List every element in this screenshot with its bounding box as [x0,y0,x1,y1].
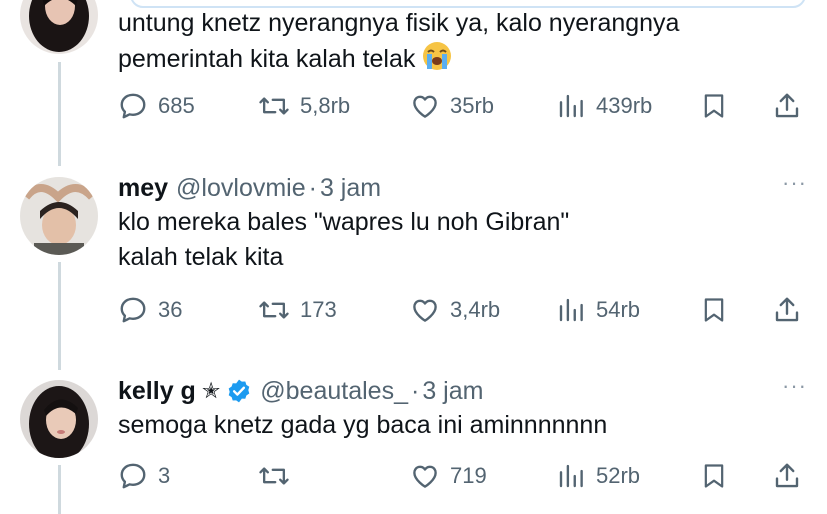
views-count: 54rb [596,297,641,322]
repost-icon [258,295,290,325]
reply-icon [118,91,148,121]
like-count: 3,4rb [450,297,501,322]
tweet[interactable]: untung knetz nyerangnya fisik ya, kalo n… [118,4,807,81]
display-name[interactable]: kelly g [118,376,196,406]
reply-icon [118,461,148,491]
star-badge-icon: ✭ [201,378,221,403]
bookmark-button[interactable] [700,292,728,328]
user-handle[interactable]: @beautales_ [260,376,408,406]
views-button[interactable]: 52rb [556,458,640,494]
bookmark-icon [700,91,728,121]
verified-badge-icon [226,378,252,404]
tweet-actions: 36 173 3,4rb 54rb [118,292,808,328]
reply-button[interactable]: 3 [118,458,170,494]
tweet[interactable]: kelly g ✭ @beautales_ · 3 jam ··· semoga… [118,375,807,443]
views-button[interactable]: 439rb [556,88,652,124]
more-options-icon[interactable]: ··· [782,375,807,397]
thread-line [58,262,61,370]
display-name[interactable]: mey [118,173,168,203]
timestamp[interactable]: 3 jam [320,173,381,203]
tweet-header: kelly g ✭ @beautales_ · 3 jam ··· [118,375,807,406]
tweet-header: mey @lovlovmie · 3 jam ··· [118,172,807,203]
repost-button[interactable]: 173 [258,292,337,328]
share-button[interactable] [772,88,802,124]
tweet-text: klo mereka bales "wapres lu noh Gibran" … [118,205,807,275]
share-icon [772,295,802,325]
loudly-crying-face-icon [422,41,452,81]
views-button[interactable]: 54rb [556,292,640,328]
reply-count: 685 [158,93,195,118]
like-button[interactable]: 35rb [410,88,494,124]
like-button[interactable]: 3,4rb [410,292,500,328]
bookmark-icon [700,461,728,491]
tweet[interactable]: mey @lovlovmie · 3 jam ··· klo mereka ba… [118,172,807,275]
like-count: 719 [450,463,487,488]
like-button[interactable]: 719 [410,458,487,494]
tweet-text-line: klo mereka bales "wapres lu noh Gibran" [118,208,570,236]
tweet-text-line: semoga knetz gada yg baca ini aminnnnnnn [118,411,608,439]
views-icon [556,461,586,491]
share-button[interactable] [772,292,802,328]
tweet-text-line: pemerintah kita kalah telak [118,45,416,73]
avatar[interactable] [20,0,98,54]
reply-button[interactable]: 36 [118,292,182,328]
views-icon [556,91,586,121]
avatar[interactable] [20,380,98,458]
like-icon [410,461,440,491]
tweet-text: semoga knetz gada yg baca ini aminnnnnnn [118,408,807,443]
views-count: 52rb [596,463,641,488]
share-icon [772,91,802,121]
repost-icon [258,91,290,121]
thread-line [58,465,61,514]
share-button[interactable] [772,458,802,494]
separator: · [308,174,317,202]
tweet-text-line: kalah telak kita [118,243,284,271]
reply-button[interactable]: 685 [118,88,195,124]
tweet-text: untung knetz nyerangnya fisik ya, kalo n… [118,6,807,81]
bookmark-icon [700,295,728,325]
reply-icon [118,295,148,325]
repost-button[interactable]: 5,8rb [258,88,350,124]
thread-line [58,62,61,166]
more-options-icon[interactable]: ··· [782,172,807,194]
tweet-text-line: untung knetz nyerangnya fisik ya, kalo n… [118,9,680,37]
tweet-actions: 685 5,8rb 35rb 439rb [118,88,808,124]
like-count: 35rb [450,93,495,118]
separator: · [410,377,420,405]
timestamp[interactable]: 3 jam [422,376,483,406]
views-icon [556,295,586,325]
repost-button[interactable] [258,458,300,494]
like-icon [410,91,440,121]
share-icon [772,461,802,491]
repost-count: 173 [300,297,337,322]
reply-count: 3 [158,463,171,488]
user-handle[interactable]: @lovlovmie [176,173,306,203]
reply-count: 36 [158,297,183,322]
repost-icon [258,461,290,491]
bookmark-button[interactable] [700,88,728,124]
avatar[interactable] [20,177,98,255]
like-icon [410,295,440,325]
bookmark-button[interactable] [700,458,728,494]
repost-count: 5,8rb [300,93,351,118]
reply-feed: untung knetz nyerangnya fisik ya, kalo n… [0,0,827,514]
views-count: 439rb [596,93,653,118]
tweet-actions: 3 719 52rb [118,458,808,494]
